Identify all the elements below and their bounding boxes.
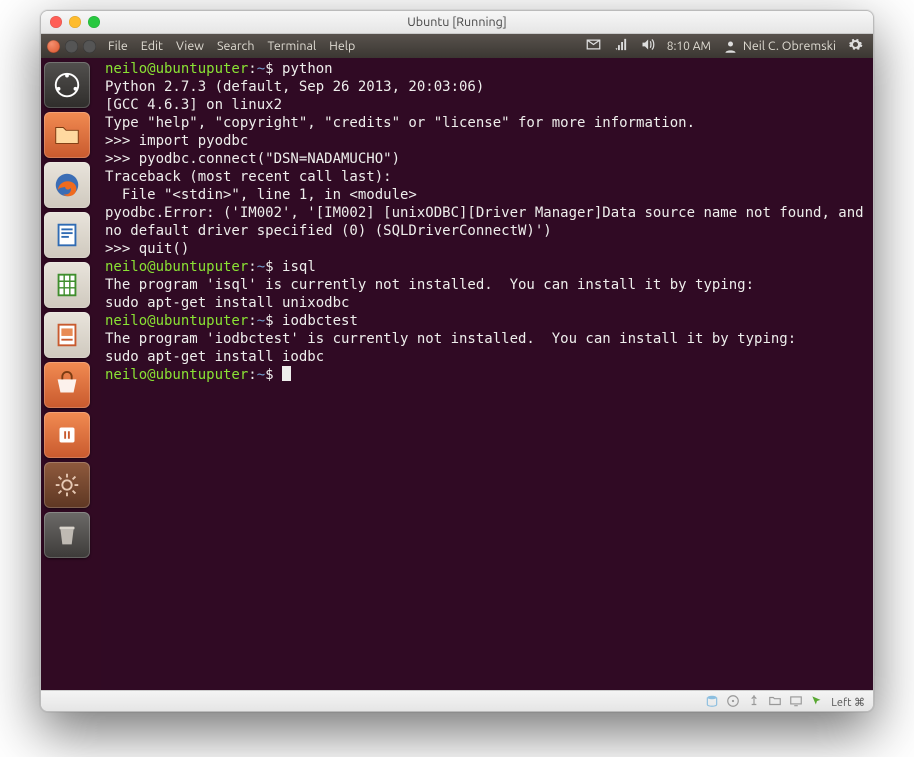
volume-indicator-icon[interactable] xyxy=(640,37,655,55)
vb-cd-icon[interactable] xyxy=(726,694,740,711)
terminal-line: Type "help", "copyright", "credits" or "… xyxy=(105,115,695,131)
terminal-output[interactable]: neilo@ubuntuputer:~$ python Python 2.7.3… xyxy=(101,58,873,386)
launcher-ubuntu-one[interactable] xyxy=(44,412,90,458)
network-indicator-icon[interactable] xyxy=(613,37,628,55)
cmd-isql: isql xyxy=(282,259,316,275)
window-close-button[interactable] xyxy=(47,40,60,53)
host-vm-window: Ubuntu [Running] File Edit View Search T… xyxy=(40,10,874,712)
unity-launcher xyxy=(41,58,101,690)
launcher-software-center[interactable] xyxy=(44,362,90,408)
clock-indicator[interactable]: 8:10 AM xyxy=(667,40,711,53)
terminal-line: The program 'iodbctest' is currently not… xyxy=(105,331,796,347)
user-menu[interactable]: Neil C. Obremski xyxy=(723,39,836,54)
prompt-user: neilo@ubuntuputer xyxy=(105,61,248,77)
cmd-iodbctest: iodbctest xyxy=(282,313,358,329)
launcher-impress[interactable] xyxy=(44,312,90,358)
launcher-settings[interactable] xyxy=(44,462,90,508)
menu-terminal[interactable]: Terminal xyxy=(268,39,317,53)
menu-view[interactable]: View xyxy=(176,39,204,53)
terminal-line: >>> pyodbc.connect("DSN=NADAMUCHO") xyxy=(105,151,400,167)
terminal-line: File "<stdin>", line 1, in <module> xyxy=(105,187,417,203)
launcher-files[interactable] xyxy=(44,112,90,158)
launcher-firefox[interactable] xyxy=(44,162,90,208)
terminal-window[interactable]: neilo@ubuntuputer:~$ python Python 2.7.3… xyxy=(101,58,873,690)
terminal-line: Traceback (most recent call last): xyxy=(105,169,392,185)
terminal-line: pyodbc.Error: ('IM002', '[IM002] [unixOD… xyxy=(105,205,872,239)
terminal-line: >>> quit() xyxy=(105,241,189,257)
vb-usb-icon[interactable] xyxy=(747,694,761,711)
menu-edit[interactable]: Edit xyxy=(141,39,163,53)
menu-search[interactable]: Search xyxy=(217,39,255,53)
terminal-line: The program 'isql' is currently not inst… xyxy=(105,277,754,293)
launcher-trash[interactable] xyxy=(44,512,90,558)
vb-hdd-icon[interactable] xyxy=(705,694,719,711)
cmd-python: python xyxy=(282,61,333,77)
vb-mouse-icon[interactable] xyxy=(810,694,824,711)
ubuntu-desktop: File Edit View Search Terminal Help 8:10… xyxy=(41,34,873,690)
vb-display-icon[interactable] xyxy=(789,694,803,711)
vb-shared-folders-icon[interactable] xyxy=(768,694,782,711)
launcher-writer[interactable] xyxy=(44,212,90,258)
app-menu-bar: File Edit View Search Terminal Help xyxy=(108,39,355,53)
terminal-line: sudo apt-get install unixodbc xyxy=(105,295,349,311)
user-name-label: Neil C. Obremski xyxy=(743,39,836,53)
menu-file[interactable]: File xyxy=(108,39,128,53)
mac-window-title: Ubuntu [Running] xyxy=(41,15,873,29)
launcher-calc[interactable] xyxy=(44,262,90,308)
virtualbox-status-bar: Left ⌘ xyxy=(41,690,873,712)
launcher-dash[interactable] xyxy=(44,62,90,108)
terminal-line: Python 2.7.3 (default, Sep 26 2013, 20:0… xyxy=(105,79,484,95)
mac-titlebar: Ubuntu [Running] xyxy=(41,11,873,34)
ubuntu-top-panel: File Edit View Search Terminal Help 8:10… xyxy=(41,34,873,58)
terminal-line: >>> import pyodbc xyxy=(105,133,248,149)
terminal-cursor xyxy=(282,366,291,381)
system-gear-icon[interactable] xyxy=(848,37,863,55)
menu-help[interactable]: Help xyxy=(329,39,355,53)
terminal-line: [GCC 4.6.3] on linux2 xyxy=(105,97,282,113)
window-maximize-button[interactable] xyxy=(83,40,96,53)
terminal-line: sudo apt-get install iodbc xyxy=(105,349,324,365)
window-minimize-button[interactable] xyxy=(65,40,78,53)
vb-host-key-label: Left ⌘ xyxy=(831,696,865,709)
mail-indicator-icon[interactable] xyxy=(586,37,601,55)
